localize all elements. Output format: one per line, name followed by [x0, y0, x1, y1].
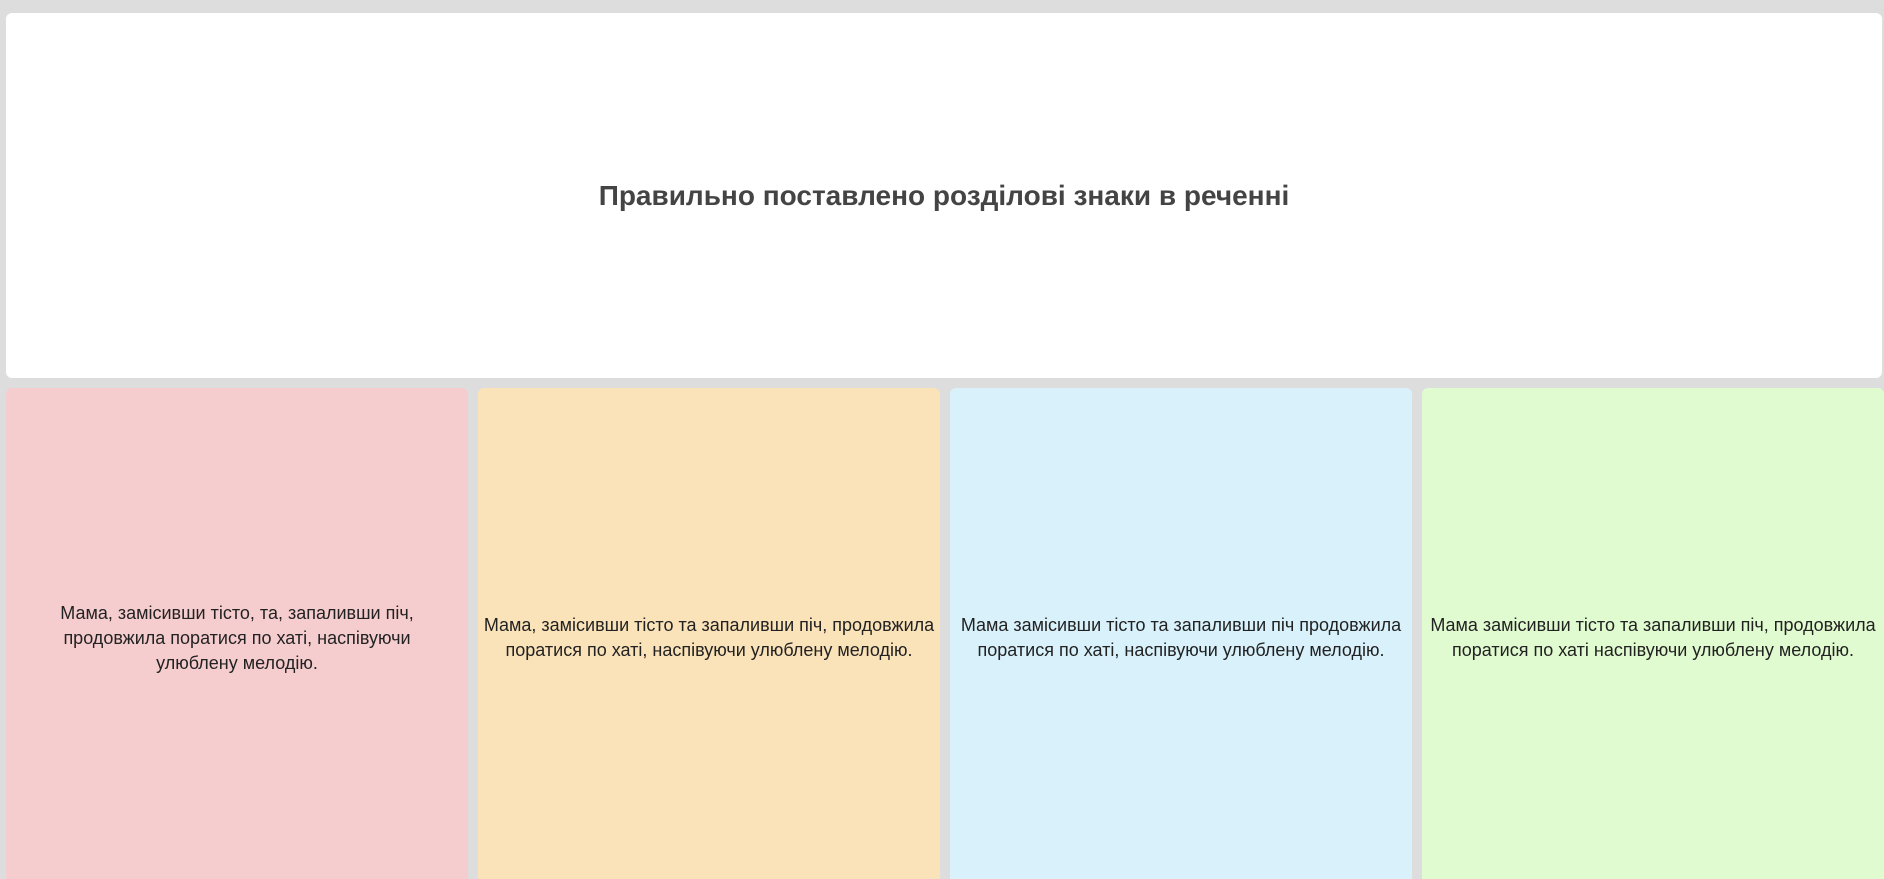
answer-option-4[interactable]: Мама замісивши тісто та запаливши піч, п… — [1422, 388, 1884, 879]
question-text: Правильно поставлено розділові знаки в р… — [598, 179, 1290, 211]
answer-options: Мама, замісивши тісто, та, запаливши піч… — [6, 388, 1884, 879]
answer-option-text: Мама замісивши тісто та запаливши піч пр… — [960, 615, 1402, 660]
answer-option-1[interactable]: Мама, замісивши тісто, та, запаливши піч… — [6, 388, 468, 879]
answer-option-text: Мама замісивши тісто та запаливши піч, п… — [1430, 615, 1876, 660]
quiz-app: Правильно поставлено розділові знаки в р… — [0, 0, 1884, 879]
question-card: Правильно поставлено розділові знаки в р… — [6, 13, 1882, 378]
answer-option-text: Мама, замісивши тісто та запаливши піч, … — [483, 615, 935, 660]
answer-option-2[interactable]: Мама, замісивши тісто та запаливши піч, … — [478, 388, 940, 879]
answer-option-text: Мама, замісивши тісто, та, запаливши піч… — [60, 602, 414, 673]
answer-option-3[interactable]: Мама замісивши тісто та запаливши піч пр… — [950, 388, 1412, 879]
